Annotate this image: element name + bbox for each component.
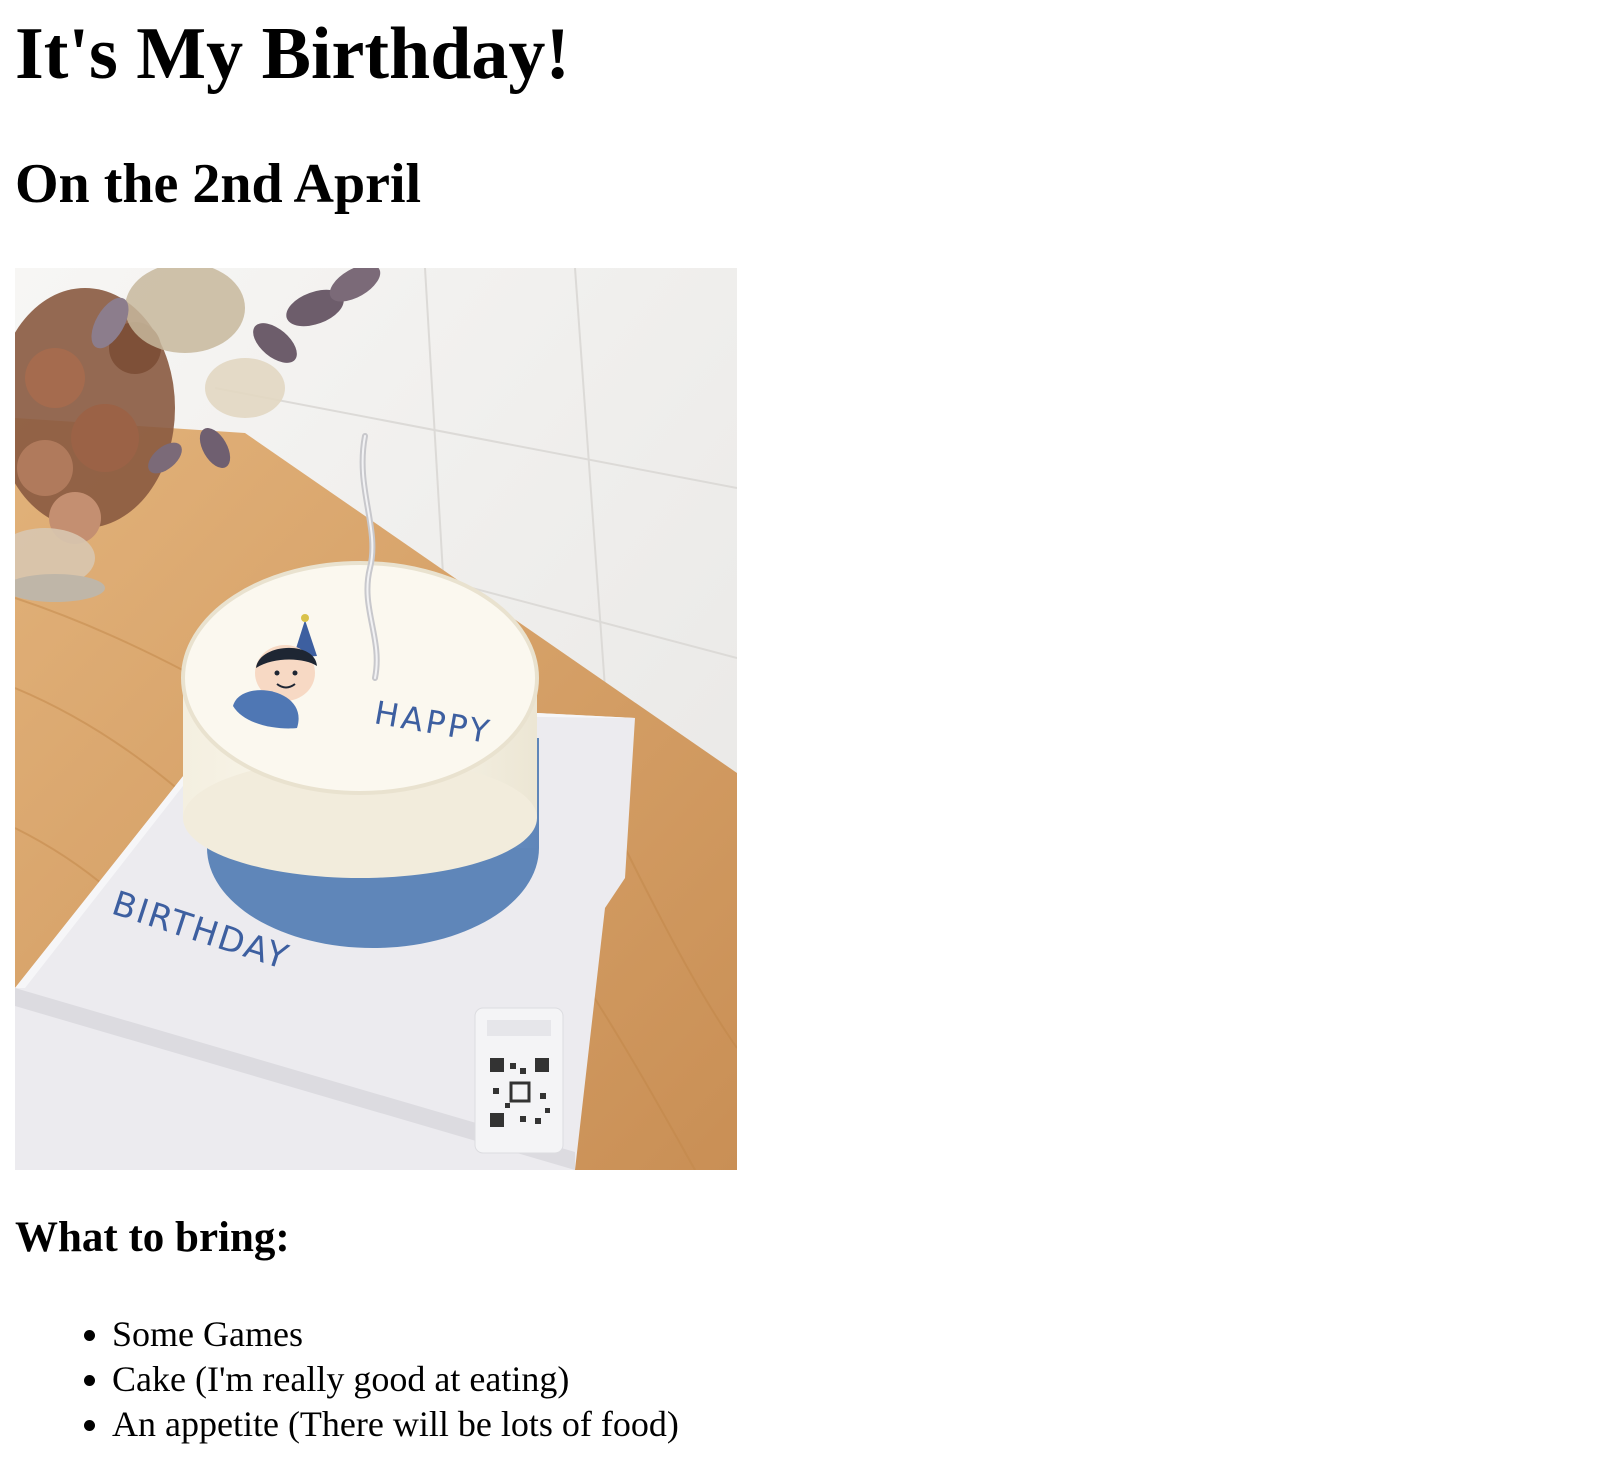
bring-list: Some Games Cake (I'm really good at eati…	[15, 1312, 679, 1447]
birthday-cake-photo: HAPPY BIRTHDAY	[15, 268, 737, 1170]
page-title: It's My Birthday!	[15, 13, 570, 95]
event-date: On the 2nd April	[15, 153, 422, 215]
bring-heading: What to bring:	[15, 1214, 290, 1261]
list-item: Cake (I'm really good at eating)	[112, 1357, 679, 1402]
list-item: An appetite (There will be lots of food)	[112, 1402, 679, 1447]
list-item: Some Games	[112, 1312, 679, 1357]
